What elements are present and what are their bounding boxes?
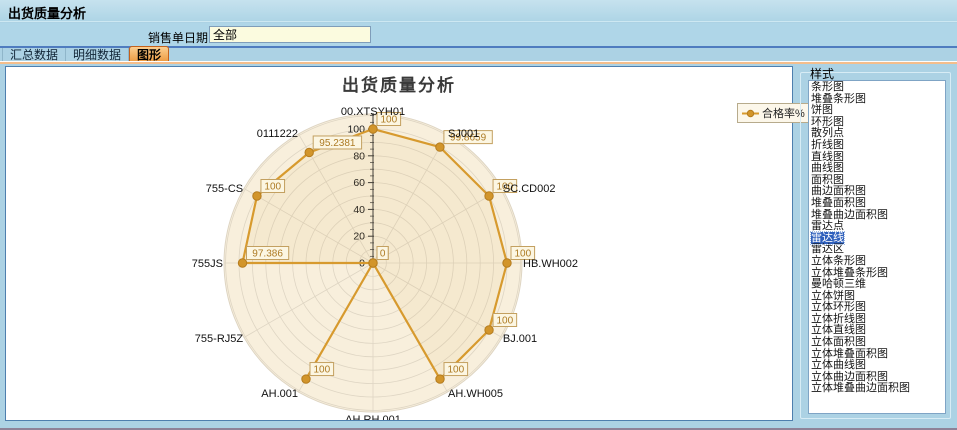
window-title: 出货质量分析 bbox=[8, 3, 86, 22]
chart-legend: 合格率% bbox=[737, 103, 810, 123]
svg-text:0: 0 bbox=[380, 249, 386, 260]
svg-text:100: 100 bbox=[447, 365, 464, 376]
svg-text:AH.RH.001: AH.RH.001 bbox=[345, 414, 401, 420]
content-top-border bbox=[0, 62, 957, 64]
svg-text:755JS: 755JS bbox=[192, 258, 223, 270]
radar-chart: 02040608010010099.8659100100100100010009… bbox=[6, 67, 792, 420]
filter-bar: 销售单日期 bbox=[0, 23, 957, 46]
svg-text:97.386: 97.386 bbox=[252, 249, 283, 260]
chart-panel: 02040608010010099.8659100100100100010009… bbox=[5, 66, 793, 421]
chart-style-listbox[interactable]: 条形图堆叠条形图饼图环形图散列点折线图直线图曲线图面积图曲边面积图堆叠面积图堆叠… bbox=[808, 80, 946, 414]
svg-text:100: 100 bbox=[497, 316, 514, 327]
svg-text:0111222: 0111222 bbox=[257, 128, 298, 140]
sales-date-label: 销售单日期 bbox=[148, 29, 208, 46]
legend-series-icon bbox=[742, 109, 759, 118]
svg-text:AH.001: AH.001 bbox=[261, 388, 298, 400]
svg-text:100: 100 bbox=[264, 182, 281, 193]
svg-text:HB.WH002: HB.WH002 bbox=[523, 258, 578, 270]
svg-text:BJ.001: BJ.001 bbox=[503, 333, 537, 345]
svg-text:95.2381: 95.2381 bbox=[319, 138, 356, 149]
tab-汇总数据[interactable]: 汇总数据 bbox=[2, 48, 66, 62]
svg-text:755-CS: 755-CS bbox=[206, 183, 243, 195]
svg-text:SC.CD002: SC.CD002 bbox=[503, 183, 556, 195]
svg-text:755-RJ5Z: 755-RJ5Z bbox=[195, 333, 244, 345]
svg-text:SJ001: SJ001 bbox=[448, 128, 479, 140]
window-titlebar: 出货质量分析 bbox=[0, 0, 957, 22]
style-option[interactable]: 雷达点 bbox=[811, 221, 945, 233]
style-option[interactable]: 立体堆叠曲边面积图 bbox=[811, 383, 945, 395]
svg-text:AH.WH005: AH.WH005 bbox=[448, 388, 503, 400]
tab-明细数据[interactable]: 明细数据 bbox=[66, 48, 129, 62]
tab-strip: 汇总数据明细数据图形 bbox=[2, 48, 169, 62]
svg-text:00.XTSYH01: 00.XTSYH01 bbox=[341, 106, 405, 118]
legend-series-label: 合格率% bbox=[762, 105, 805, 121]
sales-date-input[interactable] bbox=[209, 26, 371, 43]
svg-text:100: 100 bbox=[313, 365, 330, 376]
tab-图形[interactable]: 图形 bbox=[129, 46, 169, 62]
chart-title: 出货质量分析 bbox=[6, 71, 792, 96]
